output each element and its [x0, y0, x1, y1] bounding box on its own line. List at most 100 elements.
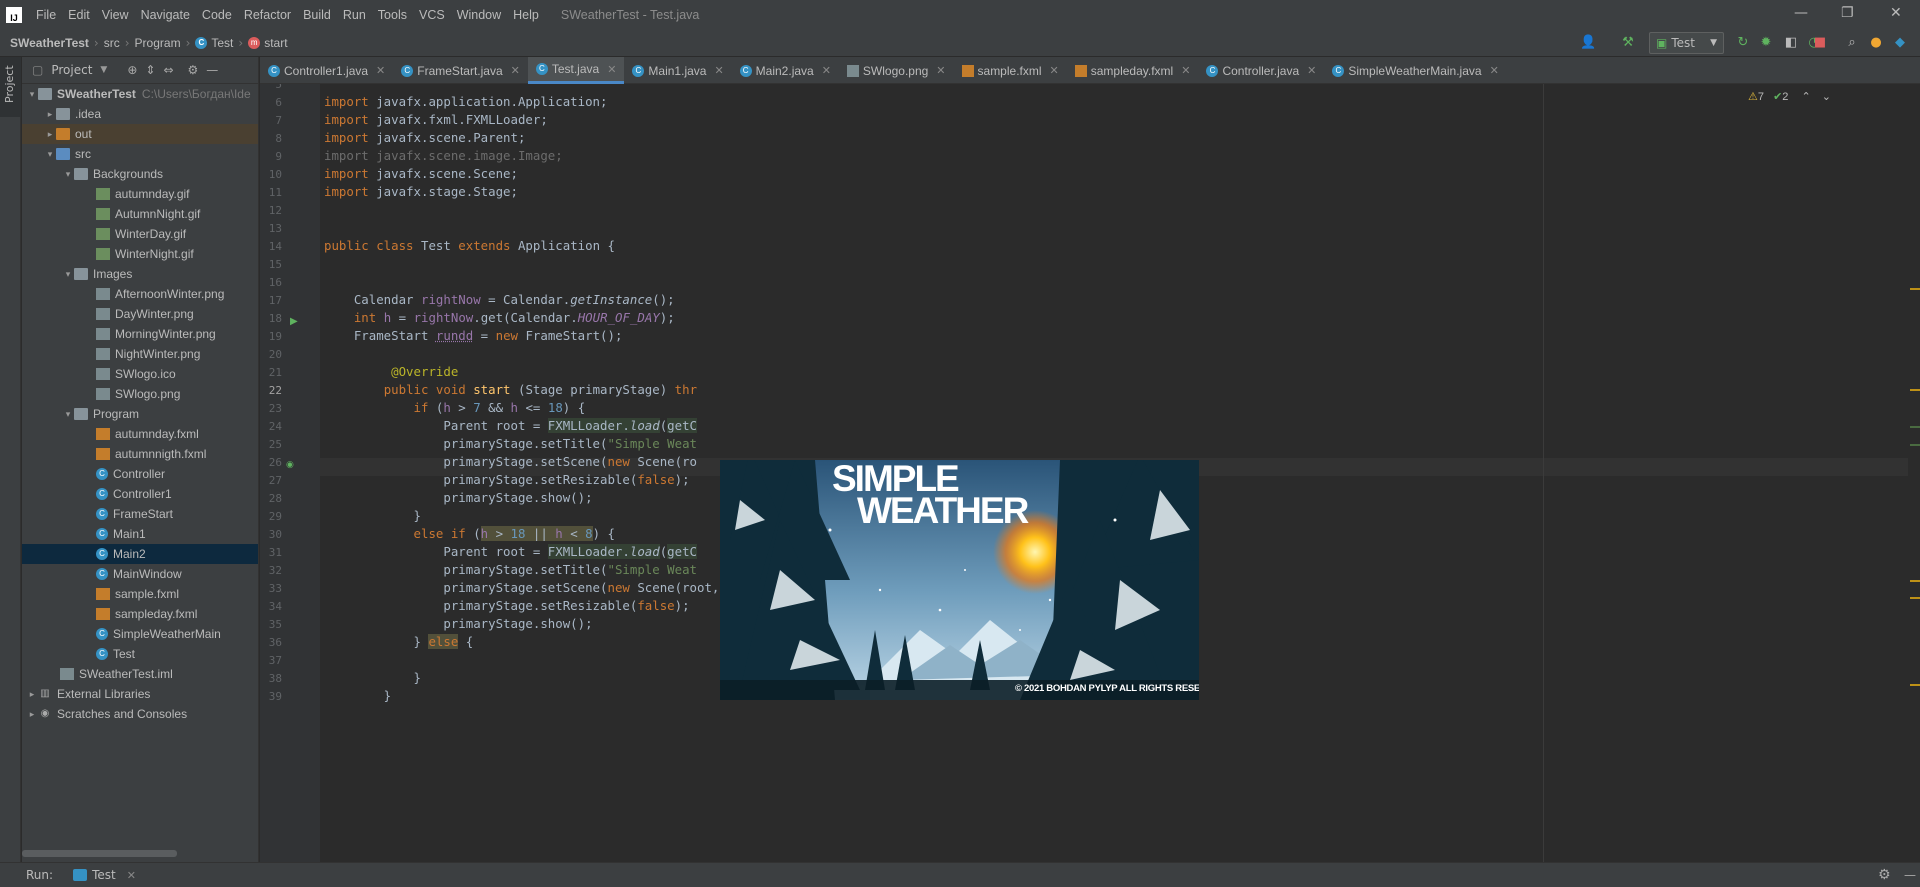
chevron-down-icon[interactable]: ▾ — [62, 409, 74, 420]
menu-item-tools[interactable]: Tools — [372, 8, 413, 22]
warning-marker[interactable] — [1910, 684, 1920, 686]
tree-item[interactable]: AutumnNight.gif — [22, 204, 258, 224]
tree-item[interactable]: ▾ SWeatherTest C:\Users\Богдан\Ide — [22, 84, 258, 104]
close-icon[interactable]: ✕ — [127, 869, 136, 882]
override-gutter-icon[interactable]: ◉ — [286, 460, 294, 470]
chevron-right-icon[interactable]: ▸ — [26, 709, 38, 720]
tree-item[interactable]: autumnnigth.fxml — [22, 444, 258, 464]
chevron-down-icon[interactable]: ▾ — [26, 89, 38, 100]
vertical-scrollbar[interactable] — [1908, 144, 1920, 862]
tree-item[interactable]: C Controller — [22, 464, 258, 484]
chevron-down-icon[interactable]: ▾ — [44, 149, 56, 160]
tree-item[interactable]: sample.fxml — [22, 584, 258, 604]
editor-tab[interactable]: C Main1.java ✕ — [624, 57, 731, 84]
project-tool-tab[interactable]: Project — [0, 57, 21, 117]
menu-item-file[interactable]: File — [30, 8, 62, 22]
change-marker[interactable] — [1910, 444, 1920, 446]
change-marker[interactable] — [1910, 426, 1920, 428]
tree-item[interactable]: sampleday.fxml — [22, 604, 258, 624]
close-icon[interactable]: ✕ — [607, 63, 616, 76]
tree-item[interactable]: SWlogo.ico — [22, 364, 258, 384]
tree-item[interactable]: ▾ Images — [22, 264, 258, 284]
editor-tab[interactable]: SWlogo.png ✕ — [839, 57, 954, 84]
chevron-down-icon[interactable]: ▼ — [100, 65, 107, 75]
menu-item-refactor[interactable]: Refactor — [238, 8, 297, 22]
close-icon[interactable]: ✕ — [1181, 64, 1190, 77]
close-icon[interactable]: ✕ — [1050, 64, 1059, 77]
project-view-selector[interactable]: Project — [51, 63, 92, 77]
tree-item[interactable]: ▸ ▥ External Libraries — [22, 684, 258, 704]
breadcrumb-class[interactable]: C Test — [193, 36, 235, 50]
gear-icon[interactable]: ⚙ — [188, 63, 199, 77]
tree-item[interactable]: ▸ out — [22, 124, 258, 144]
tree-item[interactable]: C SimpleWeatherMain — [22, 624, 258, 644]
build-hammer-icon[interactable]: ⚒ — [1620, 35, 1636, 51]
tree-item[interactable]: SWlogo.png — [22, 384, 258, 404]
chevron-down-icon[interactable]: ⌄ — [1822, 91, 1831, 103]
editor-tab[interactable]: C FrameStart.java ✕ — [393, 57, 528, 84]
warning-marker[interactable] — [1910, 288, 1920, 290]
menu-item-run[interactable]: Run — [337, 8, 372, 22]
breadcrumb-method[interactable]: m start — [246, 36, 289, 50]
hide-icon[interactable]: — — [206, 63, 218, 77]
tree-item[interactable]: C FrameStart — [22, 504, 258, 524]
tree-item[interactable]: WinterDay.gif — [22, 224, 258, 244]
expand-all-icon[interactable]: ⇕ — [145, 63, 155, 77]
horizontal-scrollbar[interactable] — [22, 850, 177, 857]
warning-marker[interactable] — [1910, 580, 1920, 582]
minimize-icon[interactable]: — — [1794, 5, 1808, 21]
menu-item-navigate[interactable]: Navigate — [135, 8, 196, 22]
close-icon[interactable]: ✕ — [376, 64, 385, 77]
run-gutter-icon[interactable]: ▶ — [290, 316, 298, 327]
editor-tab[interactable]: C Test.java ✕ — [527, 57, 625, 84]
editor-tab[interactable]: C Main2.java ✕ — [732, 57, 839, 84]
breadcrumb-program[interactable]: Program — [133, 36, 183, 50]
update-icon[interactable]: ● — [1868, 35, 1884, 51]
tree-item[interactable]: ▾ src — [22, 144, 258, 164]
menu-item-build[interactable]: Build — [297, 8, 337, 22]
locate-icon[interactable]: ⊕ — [127, 63, 137, 77]
stop-icon[interactable]: ■ — [1812, 35, 1828, 51]
hide-icon[interactable]: — — [1904, 868, 1916, 882]
maximize-icon[interactable]: ❐ — [1841, 5, 1854, 21]
chevron-down-icon[interactable]: ▾ — [62, 169, 74, 180]
chevron-right-icon[interactable]: ▸ — [44, 129, 56, 140]
tree-item[interactable]: DayWinter.png — [22, 304, 258, 324]
inspection-widget[interactable]: ⚠7 ✔2 ⌃ ⌄ — [1748, 90, 1831, 103]
collapse-all-icon[interactable]: ⇔ — [163, 63, 173, 77]
search-icon[interactable]: ⌕ — [1844, 35, 1860, 51]
close-icon[interactable]: ✕ — [1307, 64, 1316, 77]
menu-item-edit[interactable]: Edit — [62, 8, 96, 22]
close-icon[interactable]: ✕ — [714, 64, 723, 77]
warning-marker[interactable] — [1910, 597, 1920, 599]
plugin-icon[interactable]: ◆ — [1892, 35, 1908, 51]
coverage-icon[interactable]: ◧ — [1783, 35, 1799, 51]
run-tab-test[interactable]: Test ✕ — [73, 868, 136, 882]
menu-item-window[interactable]: Window — [451, 8, 507, 22]
tree-item[interactable]: SWeatherTest.iml — [22, 664, 258, 684]
gear-icon[interactable]: ⚙ — [1878, 867, 1891, 883]
breadcrumb-project[interactable]: SWeatherTest — [0, 36, 91, 50]
user-icon[interactable]: 👤 — [1580, 35, 1596, 51]
close-icon[interactable]: ✕ — [1490, 64, 1499, 77]
tree-item[interactable]: C Controller1 — [22, 484, 258, 504]
tree-item[interactable]: NightWinter.png — [22, 344, 258, 364]
tree-item[interactable]: ▾ Backgrounds — [22, 164, 258, 184]
chevron-up-icon[interactable]: ⌃ — [1801, 91, 1810, 103]
tree-item[interactable]: C Main2 — [22, 544, 258, 564]
editor-tab[interactable]: sampleday.fxml ✕ — [1067, 57, 1199, 84]
menu-item-vcs[interactable]: VCS — [413, 8, 451, 22]
tree-item[interactable]: ▸ .idea — [22, 104, 258, 124]
editor-tab[interactable]: C SimpleWeatherMain.java ✕ — [1324, 57, 1506, 84]
close-icon[interactable]: ✕ — [822, 64, 831, 77]
tree-item[interactable]: C Test — [22, 644, 258, 664]
close-icon[interactable]: ✕ — [936, 64, 945, 77]
menu-item-help[interactable]: Help — [507, 8, 545, 22]
warning-marker[interactable] — [1910, 389, 1920, 391]
close-icon[interactable]: ✕ — [1890, 5, 1902, 21]
run-configuration-select[interactable]: ▣ Test ▼ — [1649, 32, 1724, 54]
close-icon[interactable]: ✕ — [511, 64, 520, 77]
editor-tab[interactable]: sample.fxml ✕ — [954, 57, 1067, 84]
chevron-right-icon[interactable]: ▸ — [26, 689, 38, 700]
rerun-icon[interactable]: ↻ — [1735, 35, 1751, 51]
